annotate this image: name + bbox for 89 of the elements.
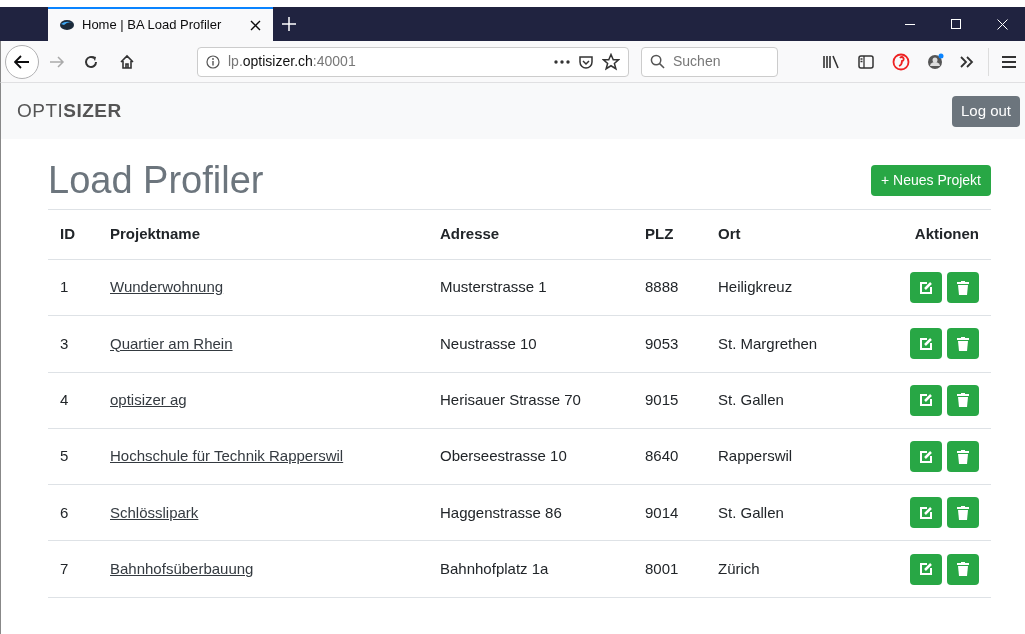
table-cell-text: Oberseestrasse 10 xyxy=(440,446,567,467)
column-header: Aktionen xyxy=(914,224,979,245)
pocket-icon[interactable] xyxy=(578,53,594,70)
edit-button[interactable] xyxy=(910,272,942,304)
project-link[interactable]: Schlösslipark xyxy=(110,501,199,525)
column-header: Adresse xyxy=(440,224,500,245)
more-icon[interactable] xyxy=(554,59,570,64)
table-cell-text: 6 xyxy=(60,502,69,523)
back-button[interactable] xyxy=(5,44,39,79)
table-cell-text: 5 xyxy=(60,446,69,467)
site-icon xyxy=(60,20,74,30)
extension-icon[interactable] xyxy=(892,52,910,71)
table-cell-text: 4 xyxy=(60,390,69,410)
overflow-icon[interactable] xyxy=(960,55,974,68)
search-placeholder: Suchen xyxy=(673,52,721,71)
project-link[interactable]: optisizer ag xyxy=(110,389,187,412)
table-cell-text: 8888 xyxy=(645,277,679,298)
logout-button[interactable]: Log out xyxy=(951,95,1020,127)
delete-button[interactable] xyxy=(947,553,979,585)
table-cell-text: 7 xyxy=(60,558,69,579)
library-icon[interactable] xyxy=(822,53,840,70)
url-text: lp.optisizer.ch:40001 xyxy=(228,52,357,71)
page-title: Load Profiler xyxy=(48,161,264,199)
table-cell-text: Rapperswil xyxy=(718,446,793,467)
table-cell-text: St. Gallen xyxy=(718,502,784,523)
edit-button[interactable] xyxy=(910,497,942,529)
table-cell-text: Neustrasse 10 xyxy=(440,333,537,354)
column-header: Projektname xyxy=(110,224,201,245)
menu-icon[interactable] xyxy=(1001,54,1017,69)
table-cell-text: 9015 xyxy=(645,390,679,410)
new-tab-icon[interactable] xyxy=(282,17,296,31)
table-cell-text: 1 xyxy=(60,277,69,298)
delete-button[interactable] xyxy=(947,441,979,473)
pencil-square-icon xyxy=(919,562,933,577)
logo-text: SIZER xyxy=(63,98,122,123)
search-icon xyxy=(650,54,665,69)
pencil-square-icon xyxy=(919,280,933,295)
trash-icon xyxy=(957,449,969,464)
star-icon[interactable] xyxy=(602,52,620,71)
table-cell-text: Heiligkreuz xyxy=(718,277,793,298)
trash-icon xyxy=(957,393,969,408)
home-icon[interactable] xyxy=(119,53,135,70)
tab-title: Home | BA Load Profiler xyxy=(82,16,223,35)
delete-button[interactable] xyxy=(947,497,979,529)
table-cell-text: Haggenstrasse 86 xyxy=(440,502,562,523)
table-cell-text: 3 xyxy=(60,333,69,354)
trash-icon xyxy=(957,336,969,351)
table-cell-text: St. Margrethen xyxy=(718,333,818,354)
search-field[interactable]: Suchen xyxy=(641,46,778,77)
column-header: PLZ xyxy=(645,224,674,245)
table-cell-text: Musterstrasse 1 xyxy=(440,277,547,298)
table-cell-text: Zürich xyxy=(718,558,760,579)
project-link[interactable]: Wunderwohnung xyxy=(110,276,224,299)
table-cell-text: St. Gallen xyxy=(718,390,784,410)
table-cell-text: Bahnhofplatz 1a xyxy=(440,558,549,579)
column-header: ID xyxy=(60,224,75,245)
project-link[interactable]: Bahnhofsüberbauung xyxy=(110,557,254,581)
table-cell-text: Herisauer Strasse 70 xyxy=(440,390,581,410)
pencil-square-icon xyxy=(919,336,933,351)
table-cell-text: 8001 xyxy=(645,558,679,579)
trash-icon xyxy=(957,562,969,577)
trash-icon xyxy=(957,505,969,520)
info-icon[interactable] xyxy=(206,54,220,69)
pencil-square-icon xyxy=(919,449,933,464)
column-header: Ort xyxy=(718,224,741,245)
table-cell-text: 8640 xyxy=(645,446,679,467)
edit-button[interactable] xyxy=(910,328,942,360)
edit-button[interactable] xyxy=(910,553,942,585)
sidebar-icon[interactable] xyxy=(858,54,874,69)
logo-text: OPTI xyxy=(17,98,64,123)
table-cell-text: 9014 xyxy=(645,502,679,523)
edit-button[interactable] xyxy=(910,384,942,416)
delete-button[interactable] xyxy=(947,272,979,304)
account-icon[interactable] xyxy=(926,52,944,71)
table-cell-text: 9053 xyxy=(645,333,679,354)
project-link[interactable]: Hochschule für Technik Rapperswil xyxy=(110,445,344,468)
pencil-square-icon xyxy=(919,505,933,520)
close-icon[interactable] xyxy=(250,19,261,31)
edit-button[interactable] xyxy=(910,441,942,473)
project-link[interactable]: Quartier am Rhein xyxy=(110,332,233,356)
address-bar[interactable]: lp.optisizer.ch:40001 xyxy=(197,46,629,77)
browser-tab[interactable]: Home | BA Load Profiler xyxy=(48,7,273,41)
close-window-icon[interactable] xyxy=(996,18,1008,30)
reload-icon[interactable] xyxy=(83,53,99,70)
pencil-square-icon xyxy=(919,393,933,408)
delete-button[interactable] xyxy=(947,328,979,360)
trash-icon xyxy=(957,280,969,295)
back-arrow-icon xyxy=(14,54,30,69)
delete-button[interactable] xyxy=(947,384,979,416)
